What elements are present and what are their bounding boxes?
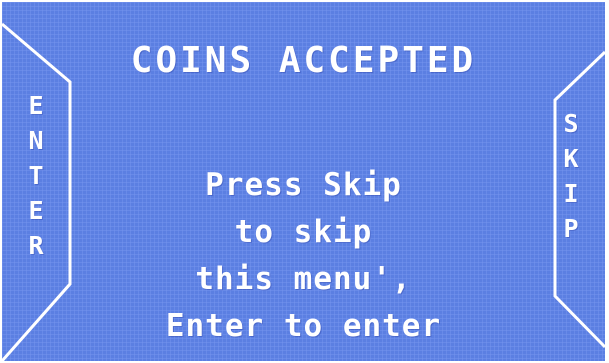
message-line-2: to skip xyxy=(234,214,373,250)
message-line-3: this menu', xyxy=(195,261,412,297)
enter-letter-n: N xyxy=(28,126,44,155)
enter-button[interactable]: E N T E R xyxy=(14,88,58,303)
skip-button[interactable]: S K I P xyxy=(549,106,593,286)
enter-letter-t: T xyxy=(28,161,44,190)
message-line-1: Press Skip xyxy=(205,167,402,203)
skip-letter-i: I xyxy=(563,179,579,208)
enter-letter-r: R xyxy=(28,231,44,260)
message-line-4: Enter to enter xyxy=(165,308,442,344)
enter-letter-e2: E xyxy=(28,196,44,225)
lcd-screen: COINS ACCEPTED Press Skip to skip this m… xyxy=(2,2,605,361)
screen-title: COINS ACCEPTED xyxy=(130,40,477,81)
skip-letter-p: P xyxy=(563,214,579,243)
enter-letter-e: E xyxy=(28,91,44,120)
skip-letter-k: K xyxy=(563,144,579,173)
instruction-message: Press Skip to skip this menu', Enter to … xyxy=(122,162,485,350)
skip-letter-s: S xyxy=(563,109,579,138)
